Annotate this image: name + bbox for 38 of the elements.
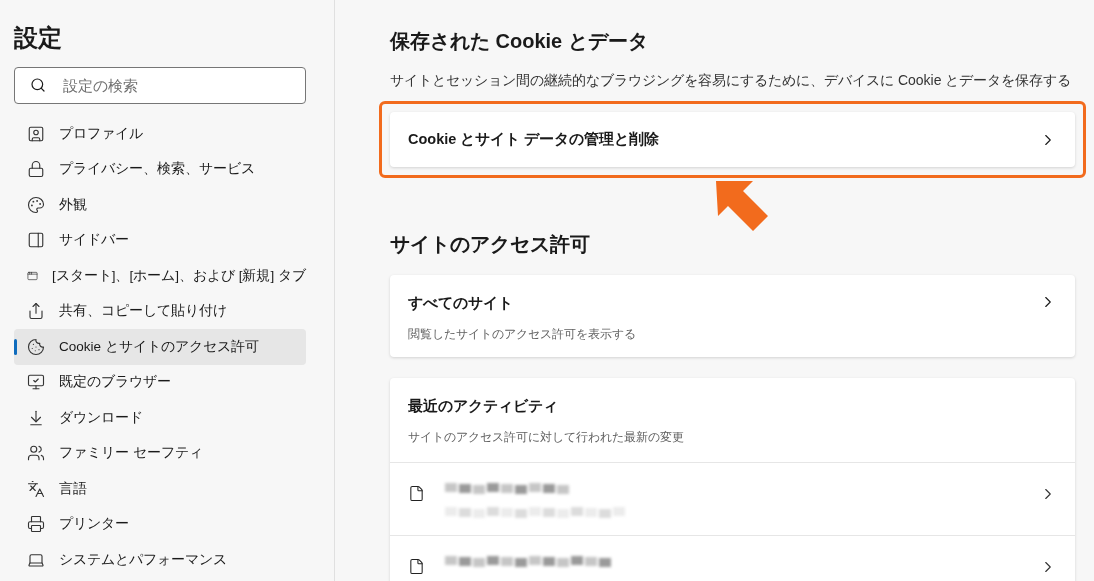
profile-icon bbox=[27, 124, 45, 143]
sidebar-item[interactable]: 共有、コピーして貼り付け bbox=[14, 293, 306, 329]
card-title: 最近のアクティビティ bbox=[408, 396, 559, 416]
browser-check-icon bbox=[27, 373, 45, 392]
card-title: すべてのサイト bbox=[408, 294, 514, 313]
cookie-icon bbox=[27, 337, 45, 356]
sidebar-item[interactable]: ダウンロード bbox=[14, 400, 306, 436]
sidebar-item[interactable]: プライバシー、検索、サービス bbox=[14, 151, 306, 187]
people-icon bbox=[27, 444, 45, 463]
download-icon bbox=[27, 408, 45, 427]
sidebar-item[interactable]: [スタート]、[ホーム]、および [新規] タブ bbox=[14, 258, 306, 294]
search-icon bbox=[30, 77, 46, 93]
language-icon bbox=[27, 479, 45, 498]
card-subtitle: 閲覧したサイトのアクセス許可を表示する bbox=[408, 325, 637, 343]
section-heading: サイトのアクセス許可 bbox=[390, 232, 591, 257]
printer-icon bbox=[27, 515, 45, 534]
sidebar-item[interactable]: 外観 bbox=[14, 187, 306, 223]
settings-title: 設定 bbox=[14, 23, 63, 53]
sidebar-item[interactable]: 言語 bbox=[14, 471, 306, 507]
sidebar-item[interactable]: Cookie とサイトのアクセス許可 bbox=[14, 329, 306, 365]
sidebar-item[interactable]: ファミリー セーフティ bbox=[14, 435, 306, 471]
sidebar-item[interactable]: システムとパフォーマンス bbox=[14, 542, 306, 578]
sidebar-item[interactable]: プリンター bbox=[14, 506, 306, 542]
search-field[interactable]: 設定の検索 bbox=[14, 67, 306, 104]
sidebar-item[interactable]: プロファイル bbox=[14, 116, 306, 152]
palette-icon bbox=[27, 195, 45, 214]
sidebar-item[interactable]: サイドバー bbox=[14, 222, 306, 258]
section-heading: 保存された Cookie とデータ bbox=[390, 29, 649, 54]
section-description: サイトとセッション間の継続的なブラウジングを容易にするために、デバイスに Cookie とデータを保存する bbox=[390, 71, 1073, 90]
lock-icon bbox=[27, 160, 45, 179]
all-sites-card[interactable]: すべてのサイト 閲覧したサイトのアクセス許可を表示する bbox=[390, 275, 1075, 357]
share-icon bbox=[27, 302, 45, 321]
file-icon bbox=[408, 557, 425, 575]
sidebar-item[interactable]: 既定のブラウザー bbox=[14, 364, 306, 400]
manage-cookies-card[interactable]: Cookie とサイト データの管理と削除 bbox=[390, 112, 1075, 167]
file-icon bbox=[408, 484, 425, 502]
sidebar-icon bbox=[27, 231, 45, 250]
card-subtitle: サイトのアクセス許可に対して行われた最新の変更 bbox=[408, 428, 685, 446]
